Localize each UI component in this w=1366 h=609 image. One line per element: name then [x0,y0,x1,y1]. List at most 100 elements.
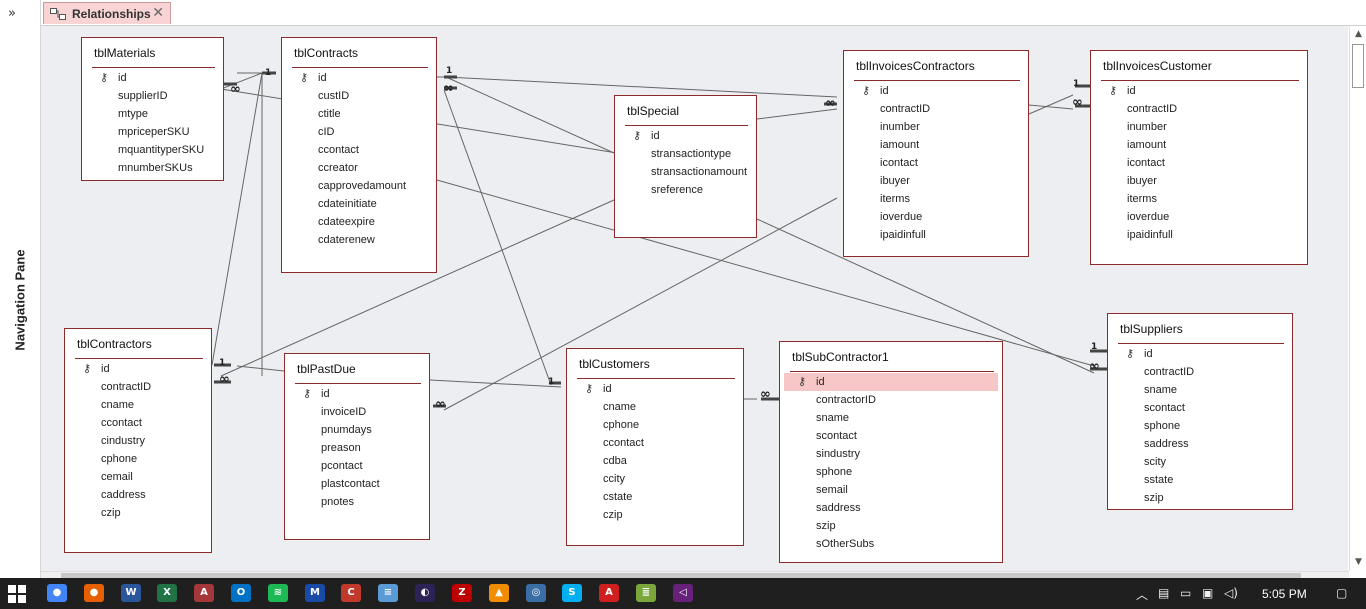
firefox-icon[interactable]: ● [82,582,106,604]
relationship-line[interactable] [445,76,615,154]
field-sindustry[interactable]: sindustry [780,445,998,463]
field-id[interactable]: ⚷ id [65,360,207,378]
field-id[interactable]: ⚷ id [844,82,1024,100]
field-cdateinitiate[interactable]: cdateinitiate [282,195,432,213]
field-contractID[interactable]: contractID [65,378,207,396]
field-ccity[interactable]: ccity [567,470,739,488]
expand-pane-icon[interactable]: » [8,6,16,21]
navigation-pane-label[interactable]: Navigation Pane [13,249,28,350]
field-cname[interactable]: cname [65,396,207,414]
chrome-icon[interactable]: ● [45,582,69,604]
scroll-up-icon[interactable]: ▲ [1350,26,1366,43]
field-scontact[interactable]: scontact [1108,399,1288,417]
chevron-up-icon[interactable]: ︿ [1136,586,1148,603]
vlc-icon[interactable]: ▲ [487,582,511,604]
clipboard-icon[interactable]: ▤ [1158,586,1169,600]
field-czip[interactable]: czip [65,504,207,522]
field-id[interactable]: ⚷ id [567,380,739,398]
field-contractID[interactable]: contractID [844,100,1024,118]
table-tblContractors[interactable]: tblContractors ⚷ id contractID cname ccontact… [64,328,212,553]
field-icontact[interactable]: icontact [844,154,1024,172]
close-icon[interactable]: ✕ [152,5,164,21]
field-plastcontact[interactable]: plastcontact [285,475,425,493]
malwarebytes-icon[interactable]: M [303,582,327,604]
field-pcontact[interactable]: pcontact [285,457,425,475]
field-mtype[interactable]: mtype [82,105,219,123]
field-id[interactable]: ⚷ id [1091,82,1303,100]
field-list[interactable]: ⚷ id stransactiontype stransactionamount sre… [615,127,756,199]
field-iterms[interactable]: iterms [1091,190,1303,208]
table-tblPastDue[interactable]: tblPastDue ⚷ id invoiceID pnumdays preason pco… [284,353,430,540]
outlook-icon[interactable]: O [229,582,253,604]
field-id[interactable]: ⚷ id [282,69,432,87]
field-saddress[interactable]: saddress [780,499,998,517]
field-list[interactable]: ⚷ id contractorID sname scontact sindustry sph… [780,373,1002,553]
table-title[interactable]: tblInvoicesContractors [856,59,975,73]
field-cstate[interactable]: cstate [567,488,739,506]
field-ipaidinfull[interactable]: ipaidinfull [844,226,1024,244]
field-list[interactable]: ⚷ id contractID inumber iamount icontact ibuye… [844,82,1028,244]
field-sOtherSubs[interactable]: sOtherSubs [780,535,998,553]
field-icontact[interactable]: icontact [1091,154,1303,172]
field-szip[interactable]: szip [780,517,998,535]
network-icon[interactable]: ▣ [1202,586,1213,600]
field-pnumdays[interactable]: pnumdays [285,421,425,439]
relationship-line[interactable] [1028,104,1074,110]
field-contractID[interactable]: contractID [1108,363,1288,381]
field-list[interactable]: ⚷ id cname cphone ccontact cdba ccity cstate czi… [567,380,743,524]
vertical-scrollbar[interactable]: ▲ ▼ [1349,26,1366,571]
field-id[interactable]: ⚷ id [615,127,752,145]
field-sphone[interactable]: sphone [780,463,998,481]
steam-icon[interactable]: ◎ [524,582,548,604]
field-scontact[interactable]: scontact [780,427,998,445]
ccleaner-icon[interactable]: C [339,582,363,604]
field-cphone[interactable]: cphone [65,450,207,468]
field-cname[interactable]: cname [567,398,739,416]
field-sname[interactable]: sname [1108,381,1288,399]
field-sstate[interactable]: sstate [1108,471,1288,489]
field-id[interactable]: ⚷ id [82,69,219,87]
field-sname[interactable]: sname [780,409,998,427]
field-ccontact[interactable]: ccontact [282,141,432,159]
notepadpp-icon[interactable]: ≣ [634,582,658,604]
field-stransactionamount[interactable]: stransactionamount [615,163,752,181]
visual-studio-icon[interactable]: ◁ [671,582,695,604]
eclipse-icon[interactable]: ◐ [413,582,437,604]
field-czip[interactable]: czip [567,506,739,524]
field-ccreator[interactable]: ccreator [282,159,432,177]
field-list[interactable]: ⚷ id custID ctitle cID ccontact ccreator cappro… [282,69,436,249]
field-ccontact[interactable]: ccontact [65,414,207,432]
table-title[interactable]: tblContracts [294,46,358,60]
field-preason[interactable]: preason [285,439,425,457]
table-title[interactable]: tblCustomers [579,357,650,371]
field-mquantityperSKU[interactable]: mquantityperSKU [82,141,219,159]
relationships-canvas[interactable]: ∞ 1 1 ∞ ∞ 1 ∞ 1 ∞ ∞ 1 ∞ 1 ∞ tblMaterials ⚷ id supplierID… [41,26,1348,571]
battery-icon[interactable]: ▭ [1180,586,1191,600]
volume-icon[interactable]: ◁) [1224,586,1238,600]
field-saddress[interactable]: saddress [1108,435,1288,453]
field-ibuyer[interactable]: ibuyer [1091,172,1303,190]
field-iamount[interactable]: iamount [844,136,1024,154]
field-ibuyer[interactable]: ibuyer [844,172,1024,190]
field-ctitle[interactable]: ctitle [282,105,432,123]
table-title[interactable]: tblContractors [77,337,152,351]
access-icon[interactable]: A [192,582,216,604]
relationship-line[interactable] [443,89,552,386]
field-list[interactable]: ⚷ id supplierID mtype mpriceperSKU mquantityp… [82,69,223,177]
field-scity[interactable]: scity [1108,453,1288,471]
table-title[interactable]: tblInvoicesCustomer [1103,59,1212,73]
field-ccontact[interactable]: ccontact [567,434,739,452]
relationship-line[interactable] [437,76,838,98]
relationship-line[interactable] [236,365,285,372]
field-stransactiontype[interactable]: stransactiontype [615,145,752,163]
field-list[interactable]: ⚷ id invoiceID pnumdays preason pcontact plast… [285,385,429,511]
field-id[interactable]: ⚷ id [784,373,998,391]
field-mnumberSKUs[interactable]: mnumberSKUs [82,159,219,177]
field-cindustry[interactable]: cindustry [65,432,207,450]
field-id[interactable]: ⚷ id [285,385,425,403]
field-cemail[interactable]: cemail [65,468,207,486]
vertical-scroll-thumb[interactable] [1352,44,1364,88]
field-supplierID[interactable]: supplierID [82,87,219,105]
field-cdateexpire[interactable]: cdateexpire [282,213,432,231]
table-tblSubContractor1[interactable]: tblSubContractor1 ⚷ id contractorID sname sco… [779,341,1003,563]
